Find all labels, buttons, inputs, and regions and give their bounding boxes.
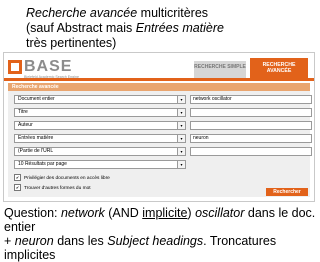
dropdown-arrow-icon: ▾ bbox=[177, 148, 185, 155]
caption-text: dans les bbox=[53, 234, 108, 248]
caption-text: (AND bbox=[104, 206, 143, 220]
caption-top-line3: très pertinentes) bbox=[26, 36, 117, 50]
search-input[interactable] bbox=[190, 108, 312, 117]
field-select[interactable]: (Partie de l'URL ▾ bbox=[14, 147, 186, 156]
select-value: 10 Résultats par page bbox=[18, 161, 67, 167]
caption-emphasis: Subject headings bbox=[107, 234, 204, 248]
search-input[interactable]: network oscillator bbox=[190, 95, 312, 104]
checkbox-checked-icon[interactable]: ✔ bbox=[14, 184, 21, 191]
base-screenshot: BASE Bielefeld Academic Search Engine RE… bbox=[3, 52, 315, 202]
option-label: Trouver d'autres formes du mot bbox=[24, 185, 91, 191]
caption-bottom-line2: + neuron dans les Subject headings. Tron… bbox=[4, 234, 320, 262]
form-row: (Partie de l'URL ▾ bbox=[14, 147, 312, 156]
option-word-forms[interactable]: ✔ Trouver d'autres formes du mot bbox=[14, 184, 91, 191]
logo-text: BASE bbox=[24, 58, 73, 75]
search-input[interactable] bbox=[190, 147, 312, 156]
tab-simple-search[interactable]: RECHERCHE SIMPLE bbox=[194, 61, 246, 78]
dropdown-arrow-icon: ▾ bbox=[177, 161, 185, 168]
field-select[interactable]: Auteur ▾ bbox=[14, 121, 186, 130]
caption-emphasis: Recherche avancée bbox=[26, 6, 138, 20]
form-row: Entrées matière ▾ neuron bbox=[14, 134, 312, 143]
select-value: Document entier bbox=[18, 96, 55, 102]
results-per-page-select[interactable]: 10 Résultats par page ▾ bbox=[14, 160, 186, 169]
base-header: BASE Bielefeld Academic Search Engine RE… bbox=[4, 53, 314, 87]
caption-text: (sauf Abstract mais bbox=[26, 21, 136, 35]
select-value: Entrées matière bbox=[18, 135, 54, 141]
caption-text: Question: bbox=[4, 206, 61, 220]
search-button[interactable]: Rechercher bbox=[266, 188, 308, 196]
search-input[interactable] bbox=[190, 121, 312, 130]
field-select[interactable]: Titre ▾ bbox=[14, 108, 186, 117]
caption-top: Recherche avancée multicritères (sauf Ab… bbox=[26, 6, 224, 51]
option-label: Privilégier des documents en accès libre bbox=[24, 175, 110, 181]
select-value: Auteur bbox=[18, 122, 33, 128]
caption-emphasis: neuron bbox=[14, 234, 54, 248]
panel-title: Recherche avancée bbox=[8, 83, 310, 91]
search-input[interactable]: neuron bbox=[190, 134, 312, 143]
checkbox-checked-icon[interactable]: ✔ bbox=[14, 174, 21, 181]
caption-emphasis: Entrées matière bbox=[135, 21, 224, 35]
select-value: Titre bbox=[18, 109, 28, 115]
caption-top-line1: Recherche avancée multicritères bbox=[26, 6, 224, 21]
option-open-access[interactable]: ✔ Privilégier des documents en accès libr… bbox=[14, 174, 110, 181]
field-select[interactable]: Document entier ▾ bbox=[14, 95, 186, 104]
dropdown-arrow-icon: ▾ bbox=[177, 96, 185, 103]
tab-advanced-search[interactable]: RECHERCHE AVANCÉE bbox=[250, 58, 308, 78]
caption-underline: implicite bbox=[142, 206, 188, 220]
header-divider bbox=[4, 78, 314, 81]
caption-text: multicritères bbox=[137, 6, 209, 20]
logo-mark-icon bbox=[8, 60, 22, 74]
caption-text: ) bbox=[187, 206, 196, 220]
select-value: (Partie de l'URL bbox=[18, 148, 54, 154]
caption-bottom-line1: Question: network (AND implicite) oscill… bbox=[4, 206, 320, 234]
form-row: Document entier ▾ network oscillator bbox=[14, 95, 312, 104]
caption-text: + bbox=[4, 234, 15, 248]
dropdown-arrow-icon: ▾ bbox=[177, 122, 185, 129]
caption-top-line2: (sauf Abstract mais Entrées matière‎ bbox=[26, 21, 224, 36]
caption-emphasis: oscillator bbox=[195, 206, 245, 220]
advanced-search-form: Document entier ▾ network oscillator Titr… bbox=[8, 91, 312, 197]
dropdown-arrow-icon: ▾ bbox=[177, 109, 185, 116]
form-row: 10 Résultats par page ▾ bbox=[14, 160, 186, 169]
form-row: Auteur ▾ bbox=[14, 121, 312, 130]
caption-bottom: Question: network (AND implicite) oscill… bbox=[4, 206, 320, 262]
caption-emphasis: network bbox=[60, 206, 105, 220]
field-select[interactable]: Entrées matière ▾ bbox=[14, 134, 186, 143]
form-row: Titre ▾ bbox=[14, 108, 312, 117]
dropdown-arrow-icon: ▾ bbox=[177, 135, 185, 142]
